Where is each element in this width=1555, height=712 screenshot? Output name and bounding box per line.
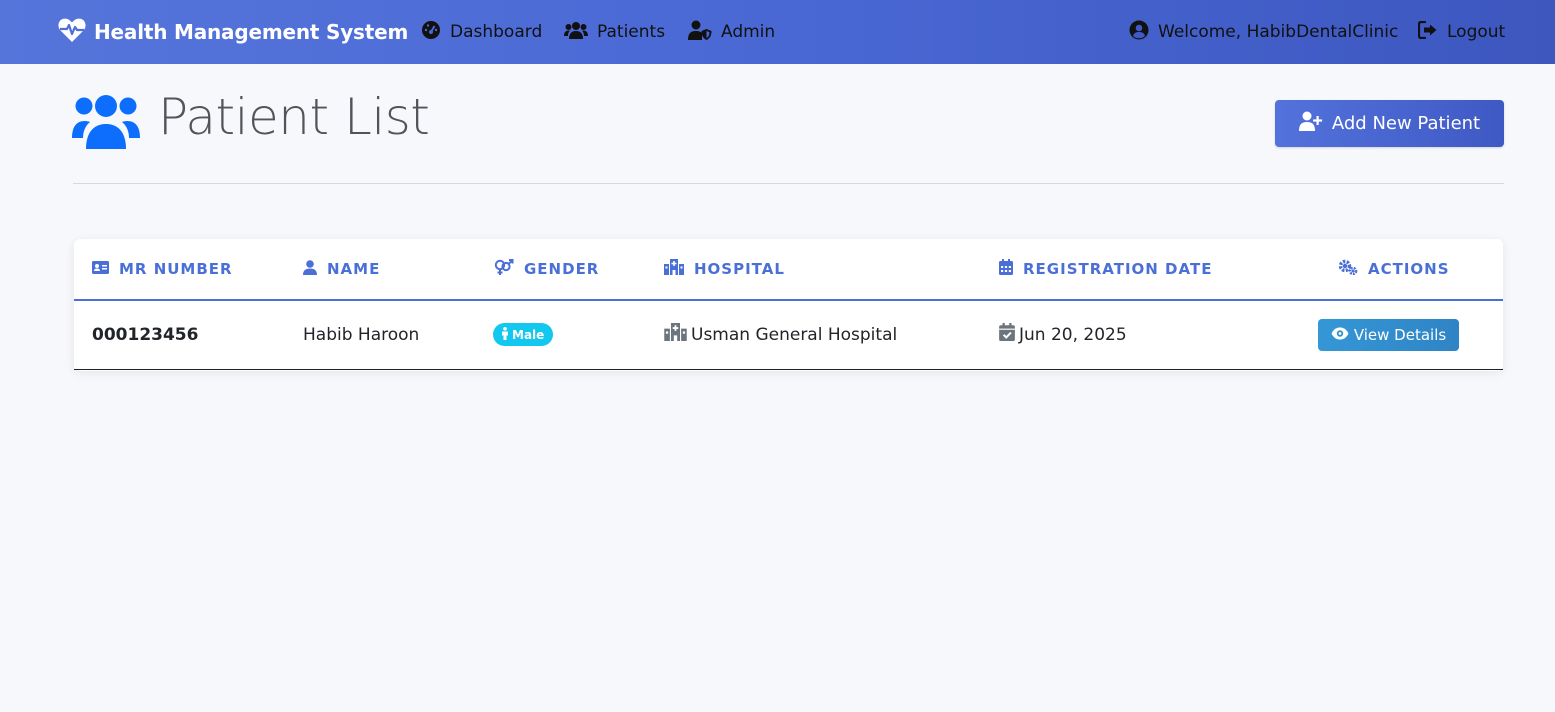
column-mr-number[interactable]: MR NUMBER <box>92 239 233 299</box>
users-icon <box>564 21 597 44</box>
column-actions: ACTIONS <box>1338 239 1450 299</box>
table-row: 000123456 Habib Haroon Male Usman Genera… <box>74 301 1503 370</box>
view-details-label: View Details <box>1353 325 1447 344</box>
nav-admin[interactable]: Admin <box>688 0 775 64</box>
brand[interactable]: Health Management System <box>58 0 408 64</box>
patient-table: MR NUMBER NAME GENDER HOSPITAL REGISTRAT… <box>74 239 1503 371</box>
calendar-icon <box>999 259 1023 279</box>
id-card-icon <box>92 260 119 278</box>
venus-mars-icon <box>494 258 524 280</box>
cell-actions: View Details <box>1318 301 1459 368</box>
column-mr-label: MR NUMBER <box>119 260 233 278</box>
hospital-name: Usman General Hospital <box>691 324 898 345</box>
heart-pulse-icon <box>58 17 94 48</box>
user-welcome[interactable]: Welcome, HabibDentalClinic <box>1129 0 1398 64</box>
cell-registration-date: Jun 20, 2025 <box>999 301 1127 368</box>
calendar-check-icon <box>999 323 1019 346</box>
column-gender-label: GENDER <box>524 260 600 278</box>
nav-admin-label: Admin <box>721 22 776 42</box>
nav-dashboard-label: Dashboard <box>450 22 543 42</box>
page-title: Patient List <box>158 88 430 146</box>
male-icon <box>501 326 512 343</box>
brand-title: Health Management System <box>94 20 409 44</box>
nav-patients-label: Patients <box>597 22 666 42</box>
gender-badge: Male <box>493 323 554 346</box>
cell-gender: Male <box>493 301 554 368</box>
user-plus-icon <box>1298 111 1332 136</box>
column-actions-label: ACTIONS <box>1368 260 1450 278</box>
column-registration-date[interactable]: REGISTRATION DATE <box>999 239 1212 299</box>
logout-link[interactable]: Logout <box>1417 0 1506 64</box>
gauge-icon <box>421 20 450 45</box>
column-hospital[interactable]: HOSPITAL <box>664 239 785 299</box>
logout-icon <box>1417 20 1447 44</box>
cell-name: Habib Haroon <box>303 324 420 345</box>
nav-dashboard[interactable]: Dashboard <box>421 0 542 64</box>
nav-patients[interactable]: Patients <box>564 0 665 64</box>
eye-icon <box>1331 326 1354 344</box>
column-name[interactable]: NAME <box>303 239 380 299</box>
user-shield-icon <box>688 20 721 45</box>
user-icon <box>303 259 327 279</box>
user-circle-icon <box>1129 20 1158 45</box>
column-gender[interactable]: GENDER <box>494 239 599 299</box>
add-patient-button[interactable]: Add New Patient <box>1275 100 1504 147</box>
cogs-icon <box>1338 259 1368 279</box>
add-patient-label: Add New Patient <box>1331 113 1481 134</box>
gender-badge-label: Male <box>512 327 545 342</box>
column-hospital-label: HOSPITAL <box>694 260 785 278</box>
cell-hospital: Usman General Hospital <box>664 301 897 368</box>
hospital-icon <box>664 259 694 279</box>
logout-label: Logout <box>1447 22 1506 42</box>
header-divider <box>73 183 1504 184</box>
top-navbar: Health Management System Dashboard Patie… <box>0 0 1555 64</box>
table-header: MR NUMBER NAME GENDER HOSPITAL REGISTRAT… <box>74 239 1503 301</box>
cell-mr-number: 000123456 <box>92 324 199 345</box>
registration-date: Jun 20, 2025 <box>1019 324 1127 345</box>
column-name-label: NAME <box>327 260 381 278</box>
hospital-icon <box>664 323 691 346</box>
column-date-label: REGISTRATION DATE <box>1023 260 1213 278</box>
welcome-text: Welcome, HabibDentalClinic <box>1158 22 1399 42</box>
view-details-button[interactable]: View Details <box>1318 318 1459 351</box>
users-icon <box>72 93 140 153</box>
